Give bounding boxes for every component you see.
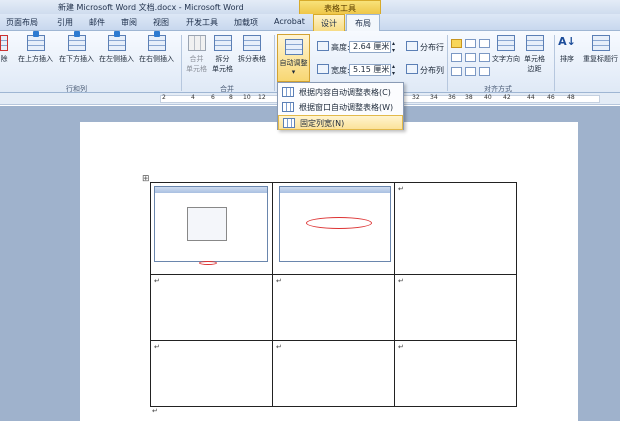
distribute-cols-icon — [406, 64, 418, 74]
table-cell[interactable]: ↵ — [150, 274, 273, 341]
row-height-icon — [317, 41, 329, 51]
menu-item-autofit-contents[interactable]: 根据内容自动调整表格(C) — [278, 85, 403, 100]
distribute-rows-button[interactable]: 分布行 — [420, 42, 444, 53]
table-row: ↵ ↵ ↵ — [150, 340, 517, 407]
group-separator — [554, 35, 555, 91]
document-canvas: ⊞ ↵ ↵ ↵ ↵ ↵ ↵ ↵ ↵ — [0, 106, 620, 432]
fixed-width-icon — [283, 118, 295, 128]
group-separator — [274, 35, 275, 91]
ribbon-tab-bar: 页面布局 引用 邮件 审阅 视图 开发工具 加载项 Acrobat 设计 布局 — [0, 14, 620, 31]
insert-above-icon — [26, 31, 45, 51]
table-cell[interactable]: ↵ — [272, 340, 395, 407]
height-input[interactable]: 2.64 厘米 — [349, 41, 391, 53]
embedded-screenshot-image — [154, 186, 268, 265]
document-table[interactable]: ↵ ↵ ↵ ↵ ↵ ↵ ↵ — [150, 182, 517, 407]
group-separator — [181, 35, 182, 91]
insert-below-icon — [67, 31, 86, 51]
merge-cells-icon — [187, 35, 206, 51]
insert-above-button[interactable]: 在上方插入 — [18, 31, 53, 64]
insert-right-icon — [147, 31, 166, 51]
paragraph-mark: ↵ — [152, 407, 158, 415]
table-row: ↵ — [150, 182, 517, 275]
menu-item-autofit-window[interactable]: 根据窗口自动调整表格(W) — [278, 100, 403, 115]
group-separator — [447, 35, 448, 91]
split-table-button[interactable]: 拆分表格 — [238, 31, 266, 64]
table-cell[interactable]: ↵ — [272, 274, 395, 341]
align-top-left-button[interactable] — [451, 39, 462, 48]
sort-icon: A↓ — [558, 35, 576, 48]
align-bottom-left-button[interactable] — [451, 67, 462, 76]
delete-button[interactable]: 除 — [0, 31, 8, 64]
insert-below-button[interactable]: 在下方插入 — [59, 31, 94, 64]
embedded-screenshot-image — [279, 186, 391, 262]
autofit-dropdown-menu: 根据内容自动调整表格(C) 根据窗口自动调整表格(W) 固定列宽(N) — [277, 82, 404, 130]
tab-review[interactable]: 审阅 — [121, 17, 137, 28]
delete-icon — [0, 35, 8, 51]
chevron-down-icon: ▾ — [291, 68, 296, 76]
table-cell[interactable]: ↵ — [394, 340, 517, 407]
distribute-rows-icon — [406, 41, 418, 51]
table-row: ↵ ↵ ↵ — [150, 274, 517, 341]
table-cell[interactable] — [150, 182, 273, 275]
split-cells-icon — [213, 35, 232, 51]
repeat-header-icon — [591, 35, 610, 51]
align-middle-center-button[interactable] — [465, 53, 476, 62]
distribute-cols-button[interactable]: 分布列 — [420, 65, 444, 76]
tab-layout[interactable]: 布局 — [346, 14, 380, 31]
width-input[interactable]: 5.15 厘米 — [349, 64, 391, 76]
document-page[interactable]: ⊞ ↵ ↵ ↵ ↵ ↵ ↵ ↵ ↵ — [80, 122, 578, 432]
table-cell[interactable]: ↵ — [150, 340, 273, 407]
height-label: 高度: — [331, 43, 350, 52]
col-width-icon — [317, 64, 329, 74]
text-direction-button[interactable]: 文字方向 — [492, 31, 520, 64]
insert-left-button[interactable]: 在左侧插入 — [99, 31, 134, 64]
table-move-handle[interactable]: ⊞ — [142, 174, 150, 184]
cell-margins-button[interactable]: 单元格 边距 — [524, 31, 545, 74]
table-tools-context-tab: 表格工具 — [299, 0, 381, 15]
tab-view[interactable]: 视图 — [153, 17, 169, 28]
autofit-button[interactable]: 自动调整 ▾ — [277, 34, 310, 82]
autofit-contents-icon — [282, 87, 294, 97]
tab-references[interactable]: 引用 — [57, 17, 73, 28]
autofit-window-icon — [282, 102, 294, 112]
menu-item-fixed-column-width[interactable]: 固定列宽(N) — [278, 115, 403, 130]
split-table-icon — [243, 35, 261, 51]
tab-acrobat[interactable]: Acrobat — [274, 17, 305, 26]
align-middle-left-button[interactable] — [451, 53, 462, 62]
insert-right-button[interactable]: 在右侧插入 — [139, 31, 174, 64]
tab-mailings[interactable]: 邮件 — [89, 17, 105, 28]
table-cell[interactable]: ↵ — [394, 182, 517, 275]
merge-cells-button[interactable]: 合并 单元格 — [186, 31, 207, 74]
align-bottom-right-button[interactable] — [479, 67, 490, 76]
cell-margins-icon — [525, 35, 544, 51]
tab-addins[interactable]: 加载项 — [234, 17, 258, 28]
sort-button[interactable]: A↓ 排序 — [558, 31, 576, 64]
table-cell[interactable] — [272, 182, 395, 275]
width-label: 宽度: — [331, 66, 350, 75]
repeat-header-button[interactable]: 重复标题行 — [583, 31, 618, 64]
height-spinner[interactable]: ▴ ▾ — [392, 40, 395, 54]
tab-developer[interactable]: 开发工具 — [186, 17, 218, 28]
align-top-center-button[interactable] — [465, 39, 476, 48]
window-title: 新建 Microsoft Word 文档.docx - Microsoft Wo… — [58, 3, 244, 12]
tab-page-layout[interactable]: 页面布局 — [6, 17, 38, 28]
table-cell[interactable]: ↵ — [394, 274, 517, 341]
split-cells-button[interactable]: 拆分 单元格 — [212, 31, 233, 74]
text-direction-icon — [497, 35, 515, 51]
autofit-icon — [284, 39, 303, 55]
align-bottom-center-button[interactable] — [465, 67, 476, 76]
align-middle-right-button[interactable] — [479, 53, 490, 62]
tab-design[interactable]: 设计 — [313, 14, 345, 31]
insert-left-icon — [107, 31, 126, 51]
align-top-right-button[interactable] — [479, 39, 490, 48]
width-spinner[interactable]: ▴ ▾ — [392, 63, 395, 77]
